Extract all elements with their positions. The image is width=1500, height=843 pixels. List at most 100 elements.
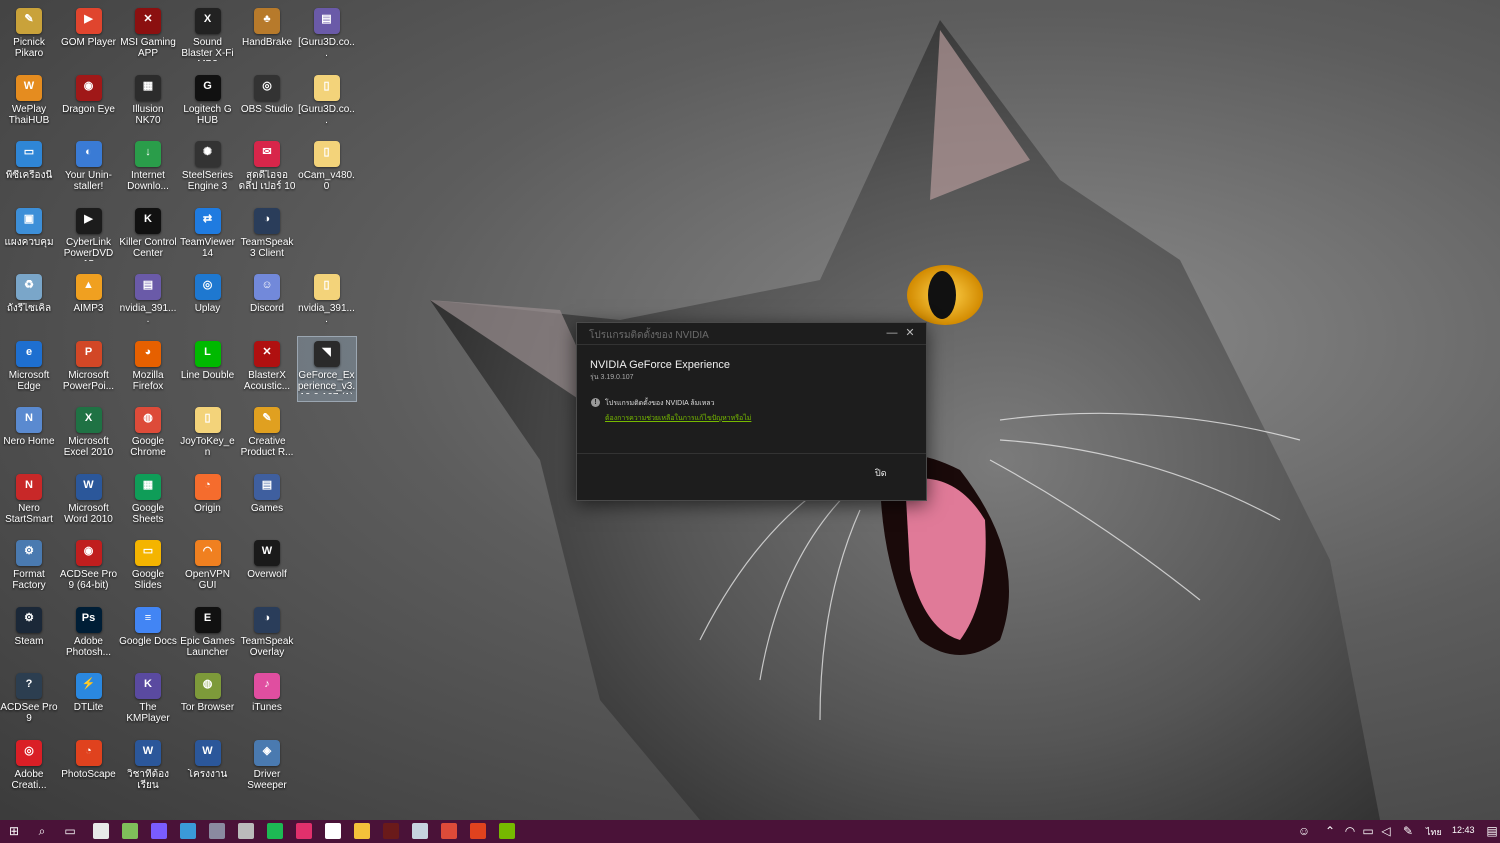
desktop-icon[interactable]: ◔ Origin <box>179 470 237 534</box>
desktop-icon[interactable]: ▤ [Guru3D.co... <box>298 4 356 68</box>
volume-icon[interactable]: ◁ <box>1378 823 1394 839</box>
notifications-icon[interactable]: ▤ <box>1484 823 1500 839</box>
desktop-icon[interactable]: P Microsoft PowerPoi... <box>60 337 118 401</box>
desktop-icon[interactable]: ◠ OpenVPN GUI <box>179 536 237 600</box>
desktop-icon[interactable]: W Microsoft Word 2010 <box>60 470 118 534</box>
close-button[interactable]: ปิด <box>875 466 887 480</box>
input-language[interactable]: ไทย <box>1426 825 1442 839</box>
desktop-icon[interactable]: ◉ Dragon Eye <box>60 71 118 135</box>
desktop-icon[interactable]: ✺ SteelSeries Engine 3 <box>179 137 237 201</box>
taskbar-app-spotify[interactable] <box>267 823 283 839</box>
desktop-icon[interactable]: ▯ nvidia_391.... <box>298 270 356 334</box>
desktop-icon[interactable]: ◈ Driver Sweeper <box>238 736 296 800</box>
desktop-icon[interactable]: ↓ Internet Downlo... <box>119 137 177 201</box>
desktop-icon[interactable]: ✎ Creative Product R... <box>238 403 296 467</box>
desktop-icon[interactable]: ♣ HandBrake <box>238 4 296 68</box>
desktop-icon[interactable]: ◍ Tor Browser <box>179 669 237 733</box>
desktop-icon[interactable]: ▤ Games <box>238 470 296 534</box>
desktop-icon[interactable]: ◔ PhotoScape <box>60 736 118 800</box>
chevron-up-icon[interactable]: ⌃ <box>1322 823 1338 839</box>
desktop-icon[interactable]: ◍ Google Chrome <box>119 403 177 467</box>
taskbar-app-app-c[interactable] <box>209 823 225 839</box>
taskbar-app-screen[interactable] <box>122 823 138 839</box>
desktop-icon[interactable]: ☺ Discord <box>238 270 296 334</box>
desktop-icon[interactable]: W โครงงาน <box>179 736 237 800</box>
desktop-icon[interactable]: W วิชาที่ต้องเรียน <box>119 736 177 800</box>
taskbar-app-xbox[interactable] <box>383 823 399 839</box>
network-icon[interactable]: ▭ <box>1360 823 1376 839</box>
troubleshoot-help-link[interactable]: ต้องการความช่วยเหลือในการแก้ไขปัญหาหรือไ… <box>605 413 751 424</box>
taskbar-app-geforce[interactable] <box>499 823 515 839</box>
desktop-icon[interactable]: ▯ JoyToKey_en <box>179 403 237 467</box>
desktop-icon[interactable]: X Microsoft Excel 2010 <box>60 403 118 467</box>
desktop-icon[interactable]: ✕ BlasterX Acoustic... <box>238 337 296 401</box>
desktop-icon[interactable]: ◥ GeForce_Experience_v3.19.0.107 (1) <box>296 335 357 402</box>
taskbar-app-store[interactable] <box>93 823 109 839</box>
desktop-icon[interactable]: ◐ Your Unin-staller! <box>60 137 118 201</box>
desktop-icon[interactable]: ▶ GOM Player <box>60 4 118 68</box>
desktop-icon[interactable]: Ps Adobe Photosh... <box>60 603 118 667</box>
desktop-icon[interactable]: ▶ CyberLink PowerDVD 15 <box>60 204 118 268</box>
desktop-icon[interactable]: ✉ สุดดีไอจอดลึป เปอร์ 10 <box>238 137 296 201</box>
pen-icon[interactable]: ✎ <box>1400 823 1416 839</box>
taskbar-app-mail[interactable] <box>325 823 341 839</box>
desktop-icon[interactable]: ◑ TeamSpeak 3 Client <box>238 204 296 268</box>
desktop-icon[interactable]: ♪ iTunes <box>238 669 296 733</box>
nvidia-installer-window[interactable]: โปรแกรมติดตั้งของ NVIDIA — ✕ NVIDIA GeFo… <box>576 322 927 501</box>
desktop-icon[interactable]: ◎ Uplay <box>179 270 237 334</box>
desktop-icon[interactable]: ▦ Google Sheets <box>119 470 177 534</box>
people-icon[interactable]: ☺ <box>1296 823 1312 839</box>
taskbar-app-explorer[interactable] <box>354 823 370 839</box>
app-icon-glyph: W <box>261 545 273 557</box>
desktop-icon[interactable]: X Sound Blaster X-Fi MB3 <box>179 4 237 68</box>
desktop-icon[interactable]: ✎ Picnick Pikaro <box>0 4 58 68</box>
desktop-icon[interactable]: ◉ ACDSee Pro 9 (64-bit) <box>60 536 118 600</box>
desktop-icon[interactable]: ? ACDSee Pro 9 <box>0 669 58 733</box>
desktop-icon[interactable]: L Line Double <box>179 337 237 401</box>
desktop-icon[interactable]: W WePlay ThaiHUB <box>0 71 58 135</box>
start-button[interactable]: ⊞ <box>6 823 22 839</box>
search-icon[interactable]: ⌕ <box>34 823 50 839</box>
desktop-icon[interactable]: ⇄ TeamViewer 14 <box>179 204 237 268</box>
desktop-icon[interactable]: W Overwolf <box>238 536 296 600</box>
desktop-icon[interactable]: K Killer Control Center <box>119 204 177 268</box>
desktop-icon[interactable]: G Logitech G HUB <box>179 71 237 135</box>
desktop-icon[interactable]: ⚙ Format Factory <box>0 536 58 600</box>
desktop-icon[interactable]: K The KMPlayer <box>119 669 177 733</box>
desktop-icon[interactable]: N Nero StartSmart <box>0 470 58 534</box>
desktop-icon[interactable]: E Epic Games Launcher <box>179 603 237 667</box>
desktop-icon[interactable]: ✕ MSI Gaming APP <box>119 4 177 68</box>
desktop-icon[interactable]: ▯ [Guru3D.co... <box>298 71 356 135</box>
desktop-icon[interactable]: ⚡ DTLite <box>60 669 118 733</box>
desktop-icon[interactable]: e Microsoft Edge <box>0 337 58 401</box>
window-titlebar[interactable]: โปรแกรมติดตั้งของ NVIDIA — ✕ <box>577 323 926 345</box>
wifi-icon[interactable]: ◠ <box>1342 823 1358 839</box>
taskbar-app-obs[interactable] <box>238 823 254 839</box>
desktop-icon[interactable]: ♻ ถังรีไซเคิล <box>0 270 58 334</box>
desktop-icon[interactable]: ▭ Google Slides <box>119 536 177 600</box>
close-window-button[interactable]: ✕ <box>901 325 919 341</box>
task-view-icon[interactable]: ▭ <box>62 823 78 839</box>
desktop-icon[interactable]: ▣ แผงควบคุม <box>0 204 58 268</box>
taskbar-app-app-b[interactable] <box>180 823 196 839</box>
desktop-icon[interactable]: ◕ Mozilla Firefox <box>119 337 177 401</box>
desktop-icon[interactable]: ◎ OBS Studio <box>238 71 296 135</box>
taskbar-app-instagram[interactable] <box>296 823 312 839</box>
taskbar-app-app-red[interactable] <box>470 823 486 839</box>
desktop-icon[interactable]: ▲ AIMP3 <box>60 270 118 334</box>
desktop-icon[interactable]: ≡ Google Docs <box>119 603 177 667</box>
desktop-icon[interactable]: ◑ TeamSpeak Overlay <box>238 603 296 667</box>
taskbar-app-chrome[interactable] <box>441 823 457 839</box>
desktop-icon[interactable]: ▯ oCam_v480.0 <box>298 137 356 201</box>
desktop-icon[interactable]: ◎ Adobe Creati... <box>0 736 58 800</box>
clock[interactable]: 12:43 <box>1452 825 1475 835</box>
desktop-icon[interactable]: ▦ Illusion NK70 <box>119 71 177 135</box>
taskbar-app-app-a[interactable] <box>151 823 167 839</box>
minimize-button[interactable]: — <box>883 325 901 341</box>
desktop-icon[interactable]: ▭ พีซีเครื่องนี้ <box>0 137 58 201</box>
desktop-icon[interactable]: ▤ nvidia_391.... <box>119 270 177 334</box>
taskbar-app-steam[interactable] <box>412 823 428 839</box>
desktop-icon-label: oCam_v480.0 <box>298 170 355 192</box>
desktop-icon[interactable]: ⚙ Steam <box>0 603 58 667</box>
desktop-icon[interactable]: N Nero Home <box>0 403 58 467</box>
